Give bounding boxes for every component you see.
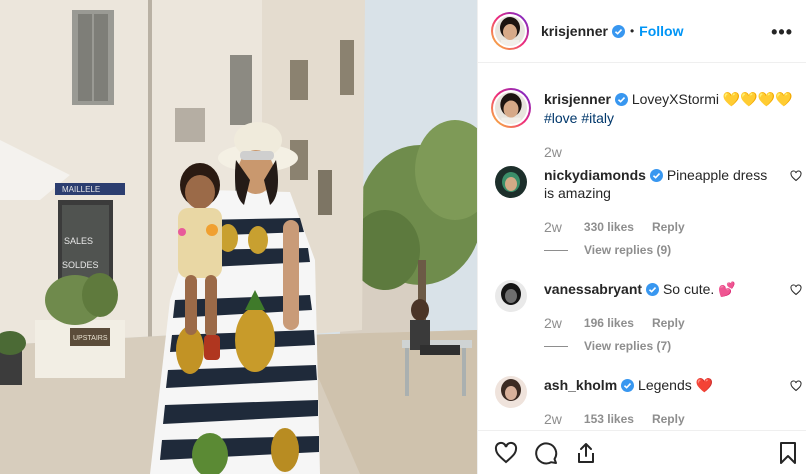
photo-scene: MAILLELE SALES SOLDES UPSTAIRS (0, 0, 477, 474)
replies-divider (544, 345, 568, 347)
author-avatar[interactable] (491, 12, 529, 50)
caption-timestamp: 2w (544, 144, 562, 160)
view-replies-button[interactable]: View replies (7) (544, 339, 671, 353)
comment-username[interactable]: nickydiamonds (544, 167, 646, 183)
commenter-avatar[interactable] (495, 280, 527, 312)
post-header: krisjenner • Follow ••• (478, 0, 806, 63)
comment-meta: 2w 153 likes Reply (544, 411, 685, 427)
caption-text-block: krisjenner LoveyXStormi 💛💛💛💛 #love #ital… (544, 90, 804, 128)
window-text-sales: SALES (64, 236, 93, 246)
comment-likes[interactable]: 153 likes (584, 412, 634, 426)
caption-text: LoveyXStormi 💛💛💛💛 (631, 91, 793, 107)
commenter-avatar[interactable] (495, 166, 527, 198)
commenter-avatar-image (495, 376, 527, 408)
comment-timestamp: 2w (544, 411, 562, 427)
comment-like-icon[interactable] (790, 284, 802, 296)
caption-avatar[interactable] (491, 88, 531, 128)
comment-meta: 2w 196 likes Reply (544, 315, 685, 331)
commenter-avatar-image (495, 166, 527, 198)
more-options-button[interactable]: ••• (771, 22, 793, 43)
comment-icon[interactable] (534, 441, 558, 465)
heart-icon[interactable] (494, 441, 518, 465)
verified-badge-icon (614, 93, 628, 106)
comment-like-icon[interactable] (790, 380, 802, 392)
verified-badge-icon (621, 379, 635, 392)
post-action-bar (478, 430, 806, 474)
post-side-panel: krisjenner • Follow ••• krisjenner Lovey… (477, 0, 806, 474)
comments-list[interactable]: krisjenner LoveyXStormi 💛💛💛💛 #love #ital… (478, 64, 806, 430)
follow-button[interactable]: Follow (639, 23, 683, 39)
comment-likes[interactable]: 330 likes (584, 220, 634, 234)
view-replies-label: View replies (7) (584, 339, 672, 353)
awning-text: MAILLELE (62, 185, 100, 194)
verified-badge-icon (646, 283, 660, 296)
comment-username[interactable]: ash_kholm (544, 377, 617, 393)
window-text-soldes: SOLDES (62, 260, 99, 270)
comment-meta: 2w 330 likes Reply (544, 219, 685, 235)
comment-reply-button[interactable]: Reply (652, 220, 685, 234)
view-replies-button[interactable]: View replies (9) (544, 243, 671, 257)
shop-sign-text: UPSTAIRS (73, 335, 108, 342)
commenter-avatar[interactable] (495, 376, 527, 408)
verified-badge-icon (611, 24, 625, 38)
comment-timestamp: 2w (544, 219, 562, 235)
comment-text: Legends ❤️ (638, 377, 714, 393)
commenter-avatar-image (495, 280, 527, 312)
comment-reply-button[interactable]: Reply (652, 412, 685, 426)
bookmark-icon[interactable] (776, 441, 800, 465)
comment-body: vanessabryant So cute. 💕 (544, 280, 774, 298)
post-photo[interactable]: MAILLELE SALES SOLDES UPSTAIRS (0, 0, 477, 474)
author-avatar-image (495, 16, 525, 46)
comment-username[interactable]: vanessabryant (544, 281, 642, 297)
view-replies-label: View replies (9) (584, 243, 672, 257)
caption-username[interactable]: krisjenner (544, 91, 611, 107)
comment-timestamp: 2w (544, 315, 562, 331)
caption-avatar-image (495, 92, 527, 124)
author-username[interactable]: krisjenner (541, 23, 608, 39)
verified-badge-icon (649, 169, 663, 182)
separator-dot: • (629, 24, 635, 38)
comment-like-icon[interactable] (790, 170, 802, 182)
comment-text: So cute. 💕 (662, 281, 736, 297)
comment-body: ash_kholm Legends ❤️ (544, 376, 774, 394)
replies-divider (544, 249, 568, 251)
share-icon[interactable] (574, 441, 598, 465)
comment-body: nickydiamonds Pineapple dress is amazing (544, 166, 774, 202)
caption-hashtags[interactable]: #love #italy (544, 110, 614, 126)
comment-likes[interactable]: 196 likes (584, 316, 634, 330)
comment-reply-button[interactable]: Reply (652, 316, 685, 330)
